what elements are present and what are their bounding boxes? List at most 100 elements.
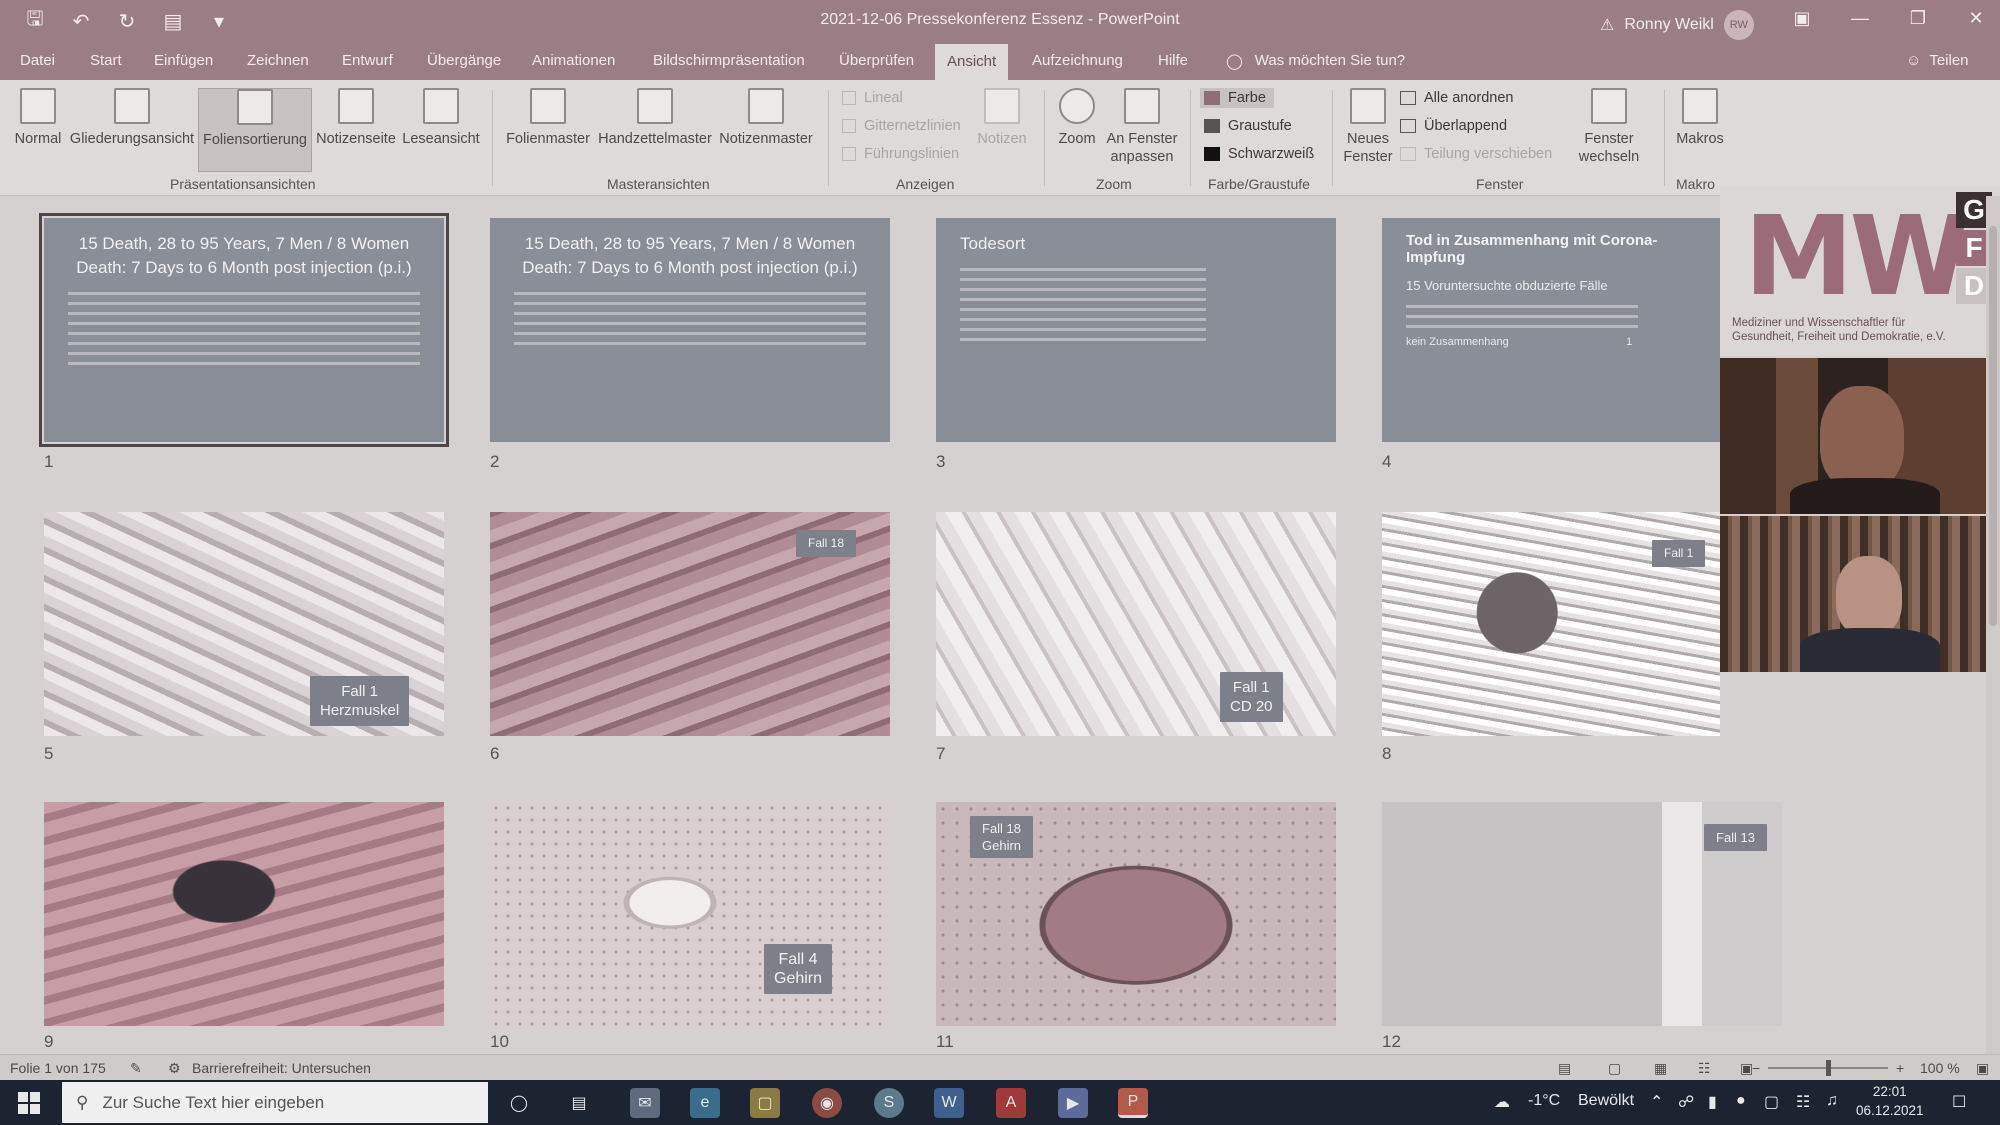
network-icon[interactable]: ☍ (1678, 1092, 1694, 1112)
minimize-icon[interactable]: — (1846, 8, 1874, 29)
new-window-button[interactable]: Neues Fenster (1340, 88, 1396, 172)
notes-toggle-icon[interactable]: ▤ (1558, 1060, 1571, 1077)
ribbon-display-icon[interactable]: ▣ (1788, 8, 1816, 29)
tab-entwurf[interactable]: Entwurf (342, 52, 393, 69)
cortana-icon[interactable]: ◯ (504, 1088, 534, 1118)
cascade-button[interactable]: Überlappend (1400, 118, 1507, 134)
slide-thumbnail-1[interactable]: 15 Death, 28 to 95 Years, 7 Men / 8 Wome… (39, 213, 449, 447)
slide-sorter[interactable]: 15 Death, 28 to 95 Years, 7 Men / 8 Wome… (0, 196, 2000, 1054)
switch-windows-button[interactable]: Fenster wechseln (1566, 88, 1652, 172)
grayscale-button[interactable]: Graustufe (1204, 118, 1292, 134)
notes-page-button[interactable]: Notizenseite (314, 88, 398, 172)
battery-icon[interactable]: ▮ (1708, 1092, 1717, 1112)
slide-thumbnail-4[interactable]: Tod in Zusammenhang mit Corona-Impfung 1… (1382, 218, 1720, 442)
powerpoint-icon[interactable]: P (1118, 1088, 1148, 1118)
tell-me-search[interactable]: ◯ Was möchten Sie tun? (1226, 52, 1405, 70)
slide-thumbnail-8[interactable]: Fall 1 (1382, 512, 1720, 736)
zoom-slider-thumb[interactable] (1826, 1060, 1831, 1076)
slide-thumbnail-2[interactable]: 15 Death, 28 to 95 Years, 7 Men / 8 Wome… (490, 218, 890, 442)
tab-zeichnen[interactable]: Zeichnen (247, 52, 309, 69)
taskbar-search[interactable]: ⚲ Zur Suche Text hier eingeben (62, 1082, 488, 1123)
accessibility-icon[interactable]: ⚙ (168, 1060, 181, 1077)
wifi-icon[interactable]: ☷ (1796, 1092, 1810, 1112)
edge-icon[interactable]: e (690, 1088, 720, 1118)
scrollbar-thumb[interactable] (1989, 226, 1997, 626)
tab-bildschirmpraesentation[interactable]: Bildschirmpräsentation (653, 52, 805, 69)
tab-ueberpruefen[interactable]: Überprüfen (839, 52, 914, 69)
zoom-out-icon[interactable]: − (1752, 1060, 1760, 1076)
mail-icon[interactable]: ✉ (630, 1088, 660, 1118)
slide-thumbnail-3[interactable]: Todesort (936, 218, 1336, 442)
user-account[interactable]: ⚠ Ronny Weikl RW (1600, 10, 1754, 40)
tab-animationen[interactable]: Animationen (532, 52, 615, 69)
fit-to-window-button[interactable]: An Fenster anpassen (1104, 88, 1180, 172)
ruler-checkbox[interactable]: Lineal (842, 90, 903, 106)
weather-condition[interactable]: Bewölkt (1578, 1092, 1634, 1110)
normal-view-button[interactable]: Normal (10, 88, 66, 172)
tell-me-text: Was möchten Sie tun? (1254, 52, 1406, 69)
share-button[interactable]: ☺ Teilen (1906, 52, 1969, 69)
notes-button[interactable]: Notizen (972, 88, 1032, 172)
color-button[interactable]: Farbe (1200, 88, 1274, 108)
slide-master-button[interactable]: Folienmaster (502, 88, 594, 172)
acrobat-icon[interactable]: A (996, 1088, 1026, 1118)
notes-master-button[interactable]: Notizenmaster (716, 88, 816, 172)
guides-checkbox[interactable]: Führungslinien (842, 146, 959, 162)
slide-thumbnail-11[interactable]: Fall 18 Gehirn (936, 802, 1336, 1026)
slide-thumbnail-9[interactable] (44, 802, 444, 1026)
task-view-icon[interactable]: ▤ (564, 1088, 594, 1118)
avatar[interactable]: RW (1723, 10, 1754, 40)
accessibility-status[interactable]: Barrierefreiheit: Untersuchen (192, 1060, 371, 1076)
black-white-button[interactable]: Schwarzweiß (1204, 146, 1314, 162)
firefox-icon[interactable]: ◉ (812, 1088, 842, 1118)
slide-thumbnail-6[interactable]: Fall 18 (490, 512, 890, 736)
zoom-app-icon[interactable]: ▶ (1058, 1088, 1088, 1118)
slide-thumbnail-5[interactable]: Fall 1 Herzmuskel (44, 512, 444, 736)
outline-view-button[interactable]: Gliederungsansicht (68, 88, 196, 172)
gridlines-checkbox[interactable]: Gitternetzlinien (842, 118, 961, 134)
zoom-button[interactable]: Zoom (1052, 88, 1102, 172)
weather-icon[interactable]: ☁ (1494, 1092, 1510, 1112)
volume-icon[interactable]: ♫ (1826, 1092, 1838, 1110)
tab-ansicht[interactable]: Ansicht (935, 44, 1009, 80)
group-label-zoom: Zoom (1096, 176, 1132, 192)
windows-start-icon[interactable] (18, 1092, 40, 1114)
maximize-icon[interactable]: ❐ (1904, 8, 1932, 29)
group-separator (1190, 90, 1191, 186)
file-explorer-icon[interactable]: ▢ (750, 1088, 780, 1118)
zoom-level[interactable]: 100 % (1920, 1060, 1960, 1076)
tab-hilfe[interactable]: Hilfe (1158, 52, 1188, 69)
normal-view-status-icon[interactable]: ▢ (1608, 1060, 1621, 1077)
fit-slide-icon[interactable]: ▣ (1976, 1060, 1989, 1077)
close-icon[interactable]: ✕ (1962, 8, 1990, 29)
slide-thumbnail-7[interactable]: Fall 1 CD 20 (936, 512, 1336, 736)
tab-einfuegen[interactable]: Einfügen (154, 52, 213, 69)
slide-thumbnail-10[interactable]: Fall 4 Gehirn (490, 802, 890, 1026)
tab-start[interactable]: Start (90, 52, 122, 69)
tab-aufzeichnung[interactable]: Aufzeichnung (1032, 52, 1123, 69)
slide-thumbnail-12[interactable]: Fall 13 (1382, 802, 1782, 1026)
tray-expand-icon[interactable]: ⌃ (1650, 1092, 1663, 1112)
reading-view-button[interactable]: Leseansicht (400, 88, 482, 172)
zoom-in-icon[interactable]: + (1896, 1060, 1904, 1076)
reading-view-status-icon[interactable]: ☷ (1698, 1060, 1711, 1077)
skype-icon[interactable]: S (874, 1088, 904, 1118)
slide-sorter-status-icon[interactable]: ▦ (1654, 1060, 1667, 1077)
move-split-button[interactable]: Teilung verschieben (1400, 146, 1552, 162)
notification-icon[interactable]: ☐ (1952, 1092, 1966, 1112)
word-icon[interactable]: W (934, 1088, 964, 1118)
group-separator (1664, 90, 1665, 186)
handout-master-button[interactable]: Handzettelmaster (596, 88, 714, 172)
macros-button[interactable]: Makros (1672, 88, 1728, 172)
arrange-all-button[interactable]: Alle anordnen (1400, 90, 1514, 106)
temperature[interactable]: -1°C (1528, 1092, 1560, 1110)
tab-uebergaenge[interactable]: Übergänge (427, 52, 501, 69)
tab-datei[interactable]: Datei (20, 52, 55, 69)
slide-sorter-button[interactable]: Foliensortierung (198, 88, 312, 172)
system-clock[interactable]: 22:01 06.12.2021 (1856, 1082, 1924, 1120)
vertical-scrollbar[interactable] (1986, 196, 2000, 1054)
spellcheck-icon[interactable]: ✎ (130, 1060, 142, 1077)
microphone-icon[interactable]: ● (1736, 1092, 1746, 1110)
outline-view-icon (114, 88, 150, 124)
display-icon[interactable]: ▢ (1764, 1092, 1779, 1112)
